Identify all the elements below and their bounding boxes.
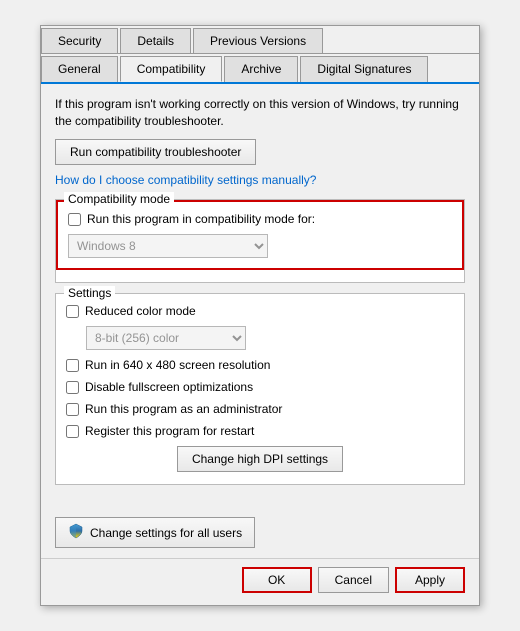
run-640-row: Run in 640 x 480 screen resolution	[66, 358, 454, 372]
tab-digital-signatures[interactable]: Digital Signatures	[300, 56, 428, 82]
tab-bar-top: Security Details Previous Versions	[41, 26, 479, 54]
tab-content: If this program isn't working correctly …	[41, 84, 479, 510]
apply-button[interactable]: Apply	[395, 567, 465, 593]
disable-fullscreen-label: Disable fullscreen optimizations	[85, 380, 253, 394]
change-dpi-button[interactable]: Change high DPI settings	[177, 446, 343, 472]
register-restart-checkbox[interactable]	[66, 425, 79, 438]
tab-details[interactable]: Details	[120, 28, 191, 53]
tab-archive[interactable]: Archive	[224, 56, 298, 82]
os-select-wrapper: Windows 8 Windows 7 Windows Vista (SP2) …	[68, 234, 452, 258]
cancel-button[interactable]: Cancel	[318, 567, 389, 593]
color-depth-select[interactable]: 8-bit (256) color 16-bit color	[86, 326, 246, 350]
intro-text: If this program isn't working correctly …	[55, 96, 465, 130]
compatibility-mode-label: Compatibility mode	[64, 192, 174, 206]
compat-mode-checkbox[interactable]	[68, 213, 81, 226]
reduced-color-label: Reduced color mode	[85, 304, 196, 318]
os-select[interactable]: Windows 8 Windows 7 Windows Vista (SP2) …	[68, 234, 268, 258]
tab-compatibility[interactable]: Compatibility	[120, 56, 223, 82]
run-640-checkbox[interactable]	[66, 359, 79, 372]
tab-bar-bottom: General Compatibility Archive Digital Si…	[41, 54, 479, 84]
compat-mode-label-text: Run this program in compatibility mode f…	[87, 212, 315, 226]
change-all-users-label: Change settings for all users	[90, 526, 242, 540]
reduced-color-row: Reduced color mode	[66, 304, 454, 318]
how-to-link[interactable]: How do I choose compatibility settings m…	[55, 173, 316, 187]
compatibility-mode-section: Compatibility mode Run this program in c…	[55, 199, 465, 283]
settings-section-label: Settings	[64, 286, 115, 300]
footer-buttons: OK Cancel Apply	[41, 558, 479, 605]
register-restart-label: Register this program for restart	[85, 424, 254, 438]
tab-security[interactable]: Security	[41, 28, 118, 53]
run-as-admin-row: Run this program as an administrator	[66, 402, 454, 416]
color-select-wrapper: 8-bit (256) color 16-bit color	[86, 326, 454, 350]
shield-icon	[68, 523, 84, 542]
ok-button[interactable]: OK	[242, 567, 312, 593]
run-as-admin-checkbox[interactable]	[66, 403, 79, 416]
settings-section: Settings Reduced color mode 8-bit (256) …	[55, 293, 465, 485]
run-as-admin-label: Run this program as an administrator	[85, 402, 282, 416]
disable-fullscreen-checkbox[interactable]	[66, 381, 79, 394]
run-troubleshooter-button[interactable]: Run compatibility troubleshooter	[55, 139, 256, 165]
bottom-area: Change settings for all users	[41, 509, 479, 558]
tab-general[interactable]: General	[41, 56, 118, 82]
tab-previous-versions[interactable]: Previous Versions	[193, 28, 323, 53]
disable-fullscreen-row: Disable fullscreen optimizations	[66, 380, 454, 394]
change-all-users-button[interactable]: Change settings for all users	[55, 517, 255, 548]
compat-checkbox-row: Run this program in compatibility mode f…	[68, 212, 452, 226]
compat-mode-box: Run this program in compatibility mode f…	[56, 200, 464, 270]
run-640-label: Run in 640 x 480 screen resolution	[85, 358, 270, 372]
reduced-color-checkbox[interactable]	[66, 305, 79, 318]
register-restart-row: Register this program for restart	[66, 424, 454, 438]
properties-dialog: Security Details Previous Versions Gener…	[40, 25, 480, 607]
